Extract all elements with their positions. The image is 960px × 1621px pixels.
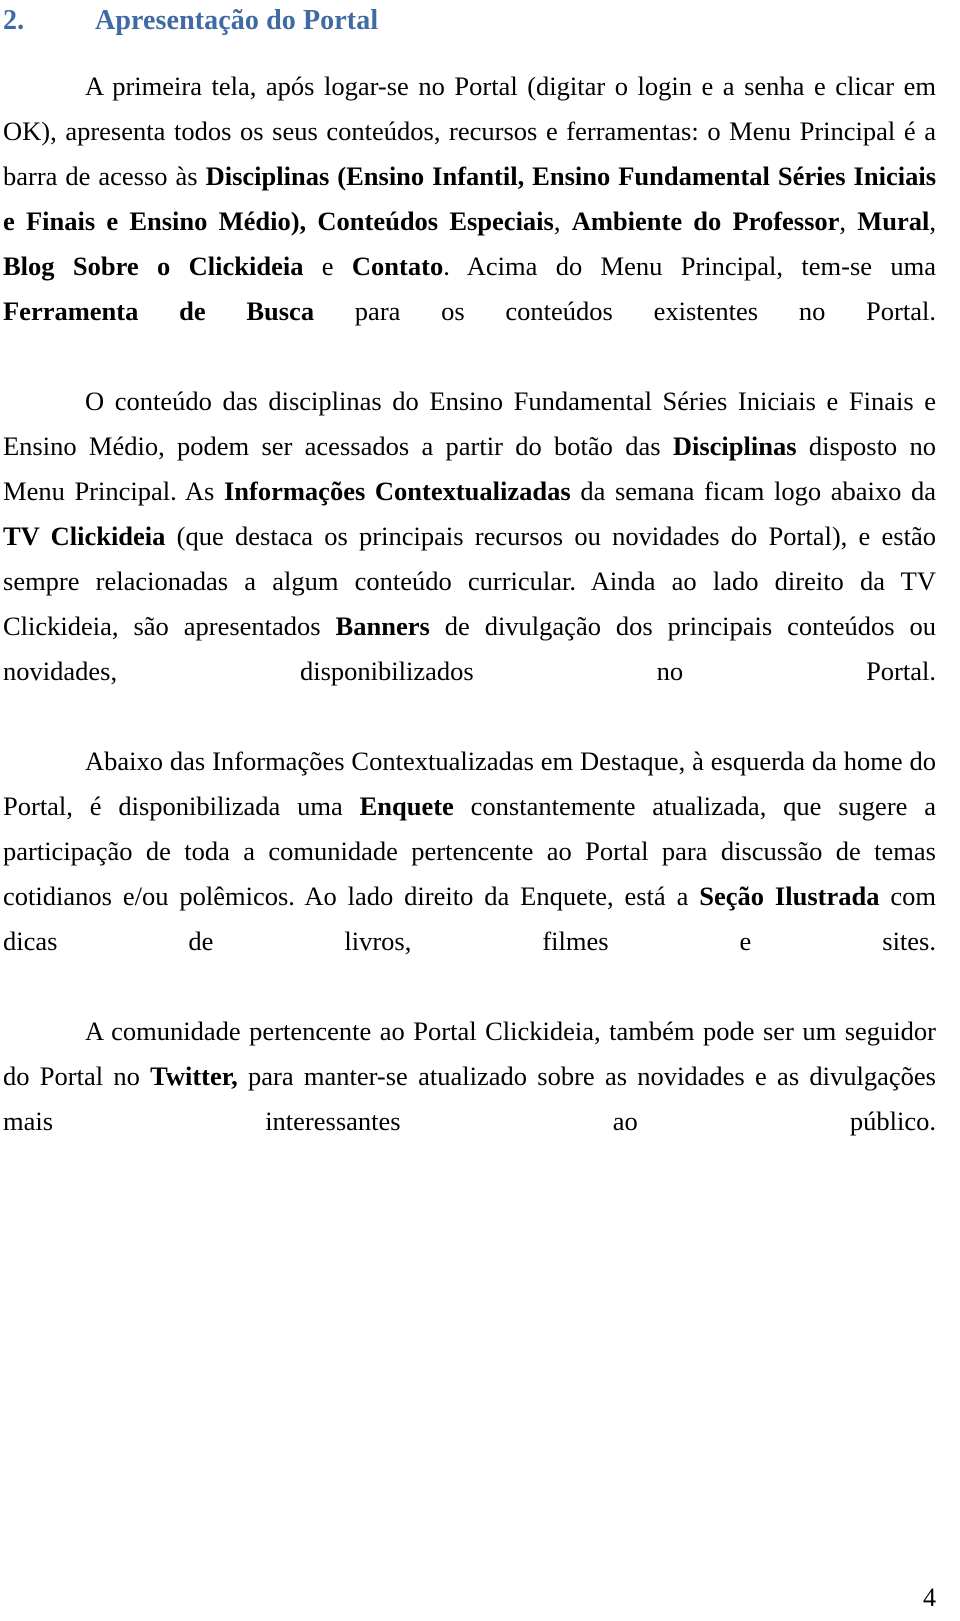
section-number: 2. bbox=[3, 5, 25, 36]
emphasis-text: Twitter, bbox=[150, 1061, 238, 1091]
emphasis-text: Ambiente do Professor bbox=[571, 206, 840, 236]
paragraph: A primeira tela, após logar-se no Portal… bbox=[3, 64, 936, 379]
section-heading: 2. Apresentação do Portal bbox=[3, 0, 936, 40]
plain-text: para os conteúdos existentes no Portal. bbox=[314, 296, 936, 326]
document-page: 2. Apresentação do Portal A primeira tel… bbox=[0, 0, 960, 1621]
paragraph: A comunidade pertencente ao Portal Click… bbox=[3, 1009, 936, 1189]
plain-text: , bbox=[553, 206, 572, 236]
emphasis-text: Banners bbox=[335, 611, 430, 641]
emphasis-text: Enquete bbox=[359, 791, 454, 821]
emphasis-text: Mural bbox=[857, 206, 930, 236]
paragraph: Abaixo das Informações Contextualizadas … bbox=[3, 739, 936, 1009]
emphasis-text: Seção Ilustrada bbox=[699, 881, 880, 911]
plain-text: e bbox=[303, 251, 352, 281]
plain-text: da semana ficam logo abaixo da bbox=[570, 476, 936, 506]
emphasis-text: Disciplinas bbox=[672, 431, 797, 461]
page-number: 4 bbox=[923, 1583, 936, 1612]
emphasis-text: Contato bbox=[351, 251, 444, 281]
page-title: Apresentação do Portal bbox=[95, 5, 379, 36]
emphasis-text: TV Clickideia bbox=[3, 521, 166, 551]
plain-text: , bbox=[929, 206, 936, 236]
plain-text: . Acima do Menu Principal, tem-se uma bbox=[443, 251, 936, 281]
plain-text: , bbox=[839, 206, 858, 236]
emphasis-text: Informações Contextualizadas bbox=[223, 476, 571, 506]
emphasis-text: Ferramenta de Busca bbox=[3, 296, 315, 326]
emphasis-text: Blog Sobre o Clickideia bbox=[3, 251, 304, 281]
body-text: A primeira tela, após logar-se no Portal… bbox=[3, 64, 936, 1189]
paragraph: O conteúdo das disciplinas do Ensino Fun… bbox=[3, 379, 936, 739]
